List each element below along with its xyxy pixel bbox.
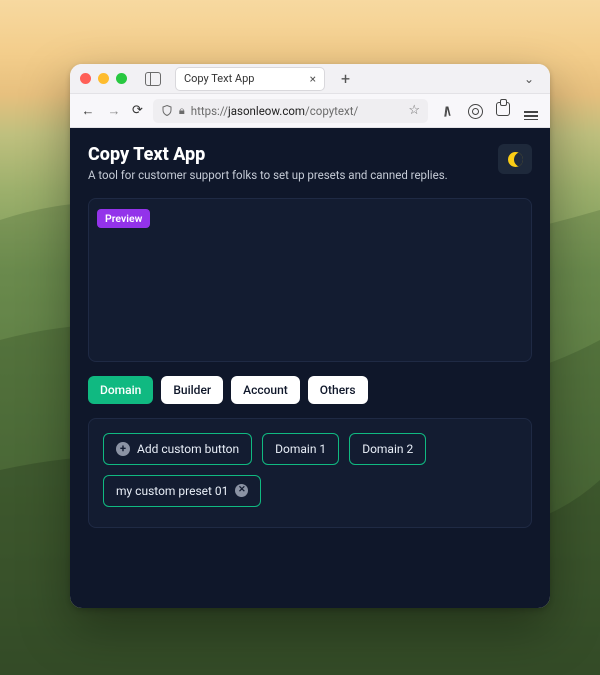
remove-preset-icon[interactable]: ✕ xyxy=(235,484,248,497)
preset-button[interactable]: my custom preset 01 ✕ xyxy=(103,475,261,507)
shield-icon xyxy=(161,104,173,117)
add-custom-button[interactable]: + Add custom button xyxy=(103,433,252,465)
tab-label: Builder xyxy=(173,383,211,397)
library-icon[interactable]: ||\ xyxy=(438,103,456,119)
plus-circle-icon: + xyxy=(116,442,130,456)
preset-button[interactable]: Domain 1 xyxy=(262,433,339,465)
tab-account[interactable]: Account xyxy=(231,376,300,404)
toolbar: ← → ⟳ 🔒︎ https://jasonleow.com/copytext/… xyxy=(70,94,550,128)
tab-domain[interactable]: Domain xyxy=(88,376,153,404)
app-subtitle: A tool for customer support folks to set… xyxy=(88,168,448,184)
category-tabs: Domain Builder Account Others xyxy=(88,376,532,404)
browser-tab-title: Copy Text App xyxy=(184,72,254,85)
new-tab-button[interactable]: + xyxy=(333,71,358,87)
extensions-icon[interactable] xyxy=(494,102,512,120)
minimize-window-button[interactable] xyxy=(98,73,109,84)
menu-icon[interactable] xyxy=(522,101,540,120)
preset-button[interactable]: Domain 2 xyxy=(349,433,426,465)
tab-builder[interactable]: Builder xyxy=(161,376,223,404)
forward-button[interactable]: → xyxy=(106,103,122,119)
maximize-window-button[interactable] xyxy=(116,73,127,84)
add-custom-label: Add custom button xyxy=(137,442,239,456)
close-window-button[interactable] xyxy=(80,73,91,84)
account-icon[interactable] xyxy=(466,103,484,119)
presets-panel: + Add custom button Domain 1 Domain 2 my cus… xyxy=(88,418,532,528)
reload-button[interactable]: ⟳ xyxy=(132,103,143,118)
tab-others[interactable]: Others xyxy=(308,376,368,404)
bookmark-icon[interactable]: ☆ xyxy=(408,103,420,118)
theme-toggle-button[interactable] xyxy=(498,144,532,174)
app-title: Copy Text App xyxy=(88,144,448,165)
lock-icon: 🔒︎ xyxy=(179,104,185,118)
sidebar-toggle-icon[interactable] xyxy=(145,72,161,86)
preview-panel: Preview xyxy=(88,198,532,362)
app-viewport: Copy Text App A tool for customer suppor… xyxy=(70,128,550,608)
tabs-overflow-icon[interactable]: ⌄ xyxy=(518,72,540,86)
titlebar: Copy Text App × + ⌄ xyxy=(70,64,550,94)
browser-window: Copy Text App × + ⌄ ← → ⟳ 🔒︎ https://jas… xyxy=(70,64,550,608)
moon-icon xyxy=(508,152,523,167)
url-text: https://jasonleow.com/copytext/ xyxy=(191,104,403,118)
preset-label: my custom preset 01 xyxy=(116,484,228,498)
traffic-lights xyxy=(80,73,127,84)
tab-label: Account xyxy=(243,383,288,397)
preset-label: Domain 2 xyxy=(362,442,413,456)
preview-badge: Preview xyxy=(97,209,150,228)
tab-label: Domain xyxy=(100,383,141,397)
back-button[interactable]: ← xyxy=(80,103,96,119)
preset-label: Domain 1 xyxy=(275,442,326,456)
url-bar[interactable]: 🔒︎ https://jasonleow.com/copytext/ ☆ xyxy=(153,99,428,123)
close-tab-icon[interactable]: × xyxy=(310,73,316,85)
tab-label: Others xyxy=(320,383,356,397)
browser-tab[interactable]: Copy Text App × xyxy=(175,67,325,91)
